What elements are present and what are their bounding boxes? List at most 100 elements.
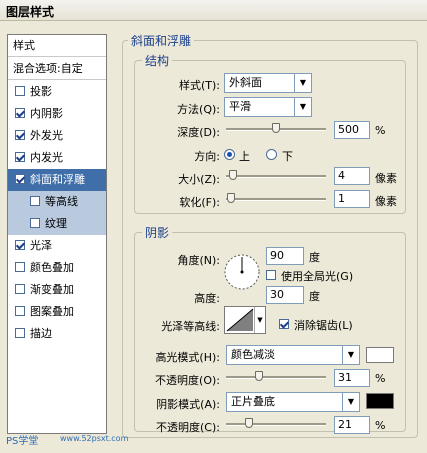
shadow-mode-value: 正片叠底: [231, 395, 275, 408]
slider-thumb[interactable]: [255, 371, 263, 381]
style-item-label: 外发光: [30, 129, 63, 142]
style-item-label: 渐变叠加: [30, 283, 74, 296]
style-item-label: 投影: [30, 85, 52, 98]
technique-select[interactable]: 平滑 ▼: [224, 97, 312, 117]
angle-input[interactable]: 90: [266, 247, 304, 265]
size-label: 大小(Z):: [178, 173, 220, 186]
gloss-contour-picker[interactable]: ▼: [224, 306, 266, 334]
style-item-label: 图案叠加: [30, 305, 74, 318]
chevron-down-icon[interactable]: ▼: [254, 307, 265, 333]
highlight-opacity-input[interactable]: 31: [334, 369, 370, 387]
anti-aliased-label: 消除锯齿(L): [294, 319, 353, 332]
highlight-color-swatch[interactable]: [366, 347, 394, 363]
technique-label: 方法(Q):: [177, 103, 220, 116]
slider-thumb[interactable]: [245, 418, 253, 428]
watermark-logo: PS学堂: [6, 436, 39, 447]
checkbox-outer-glow[interactable]: [15, 130, 25, 140]
style-item-label: 内阴影: [30, 107, 63, 120]
highlight-opacity-label: 不透明度(O):: [155, 374, 220, 387]
direction-label: 方向:: [194, 150, 220, 163]
size-unit: 像素: [375, 172, 397, 185]
style-item-stroke[interactable]: 描边: [8, 323, 106, 345]
direction-down-label: 下: [282, 150, 293, 163]
altitude-input[interactable]: 30: [266, 286, 304, 304]
style-select-value: 外斜面: [229, 76, 262, 89]
highlight-mode-select[interactable]: 颜色减淡 ▼: [226, 345, 360, 365]
shadow-mode-select[interactable]: 正片叠底 ▼: [226, 392, 360, 412]
section-title: 斜面和浮雕: [128, 32, 195, 49]
soften-label: 软化(F):: [179, 196, 220, 209]
size-input[interactable]: 4: [334, 167, 370, 185]
shadow-color-swatch[interactable]: [366, 393, 394, 409]
depth-label: 深度(D):: [177, 126, 220, 139]
style-item-label: 内发光: [30, 151, 63, 164]
global-light-checkbox[interactable]: [266, 270, 276, 280]
shadow-opacity-input[interactable]: 21: [334, 416, 370, 434]
checkbox-texture[interactable]: [30, 218, 40, 228]
style-item-bevel-emboss[interactable]: 斜面和浮雕: [8, 169, 106, 191]
style-item-inner-glow[interactable]: 内发光: [8, 147, 106, 169]
styles-header[interactable]: 样式: [8, 35, 106, 57]
soften-slider[interactable]: [226, 191, 326, 207]
style-select[interactable]: 外斜面 ▼: [224, 73, 312, 93]
slider-thumb[interactable]: [272, 123, 280, 133]
angle-label: 角度(N):: [177, 254, 220, 267]
style-item-color-overlay[interactable]: 颜色叠加: [8, 257, 106, 279]
checkbox-inner-glow[interactable]: [15, 152, 25, 162]
anti-aliased-checkbox[interactable]: [279, 319, 289, 329]
technique-select-value: 平滑: [229, 100, 251, 113]
title-bar: 图层样式: [0, 0, 427, 21]
style-item-inner-shadow[interactable]: 内阴影: [8, 103, 106, 125]
styles-list: 样式 混合选项:自定 投影 内阴影 外发光 内发光 斜面和浮雕 等高线 纹理 光…: [7, 34, 107, 434]
soften-input[interactable]: 1: [334, 190, 370, 208]
style-item-contour[interactable]: 等高线: [8, 191, 106, 213]
checkbox-stroke[interactable]: [15, 328, 25, 338]
gloss-contour-label: 光泽等高线:: [161, 320, 220, 333]
style-item-texture[interactable]: 纹理: [8, 213, 106, 235]
style-item-pattern-overlay[interactable]: 图案叠加: [8, 301, 106, 323]
checkbox-inner-shadow[interactable]: [15, 108, 25, 118]
checkbox-pattern-overlay[interactable]: [15, 306, 25, 316]
shadow-opacity-unit: %: [375, 419, 386, 432]
chevron-down-icon: ▼: [342, 346, 359, 364]
slider-track: [226, 198, 326, 201]
watermark-url: www.52psxt.com: [60, 434, 129, 443]
style-item-label: 颜色叠加: [30, 261, 74, 274]
shadow-opacity-slider[interactable]: [226, 416, 326, 432]
highlight-opacity-unit: %: [375, 372, 386, 385]
style-item-gradient-overlay[interactable]: 渐变叠加: [8, 279, 106, 301]
angle-dial[interactable]: [223, 253, 261, 291]
style-label: 样式(T):: [178, 79, 220, 92]
direction-down-radio[interactable]: [266, 149, 277, 160]
checkbox-drop-shadow[interactable]: [15, 86, 25, 96]
size-slider[interactable]: [226, 168, 326, 184]
depth-input[interactable]: 500: [334, 121, 370, 139]
checkbox-gradient-overlay[interactable]: [15, 284, 25, 294]
style-item-label: 纹理: [45, 217, 67, 230]
contour-icon: [226, 308, 254, 332]
chevron-down-icon: ▼: [294, 74, 311, 92]
checkbox-color-overlay[interactable]: [15, 262, 25, 272]
checkbox-satin[interactable]: [15, 240, 25, 250]
checkbox-bevel-emboss[interactable]: [15, 174, 25, 184]
style-item-label: 光泽: [30, 239, 52, 252]
angle-unit: 度: [309, 251, 320, 264]
blending-options-item[interactable]: 混合选项:自定: [8, 58, 106, 80]
style-item-drop-shadow[interactable]: 投影: [8, 81, 106, 103]
style-item-outer-glow[interactable]: 外发光: [8, 125, 106, 147]
chevron-down-icon: ▼: [294, 98, 311, 116]
depth-slider[interactable]: [226, 121, 326, 137]
global-light-label: 使用全局光(G): [281, 270, 354, 283]
shadow-opacity-label: 不透明度(C):: [156, 421, 220, 434]
depth-unit: %: [375, 124, 386, 137]
style-item-satin[interactable]: 光泽: [8, 235, 106, 257]
chevron-down-icon: ▼: [342, 393, 359, 411]
checkbox-contour[interactable]: [30, 196, 40, 206]
slider-thumb[interactable]: [227, 193, 235, 203]
direction-up-radio[interactable]: [224, 149, 235, 160]
slider-thumb[interactable]: [229, 170, 237, 180]
direction-up-label: 上: [239, 150, 250, 163]
highlight-mode-label: 高光模式(H):: [155, 351, 220, 364]
window-title: 图层样式: [6, 5, 55, 19]
highlight-opacity-slider[interactable]: [226, 369, 326, 385]
